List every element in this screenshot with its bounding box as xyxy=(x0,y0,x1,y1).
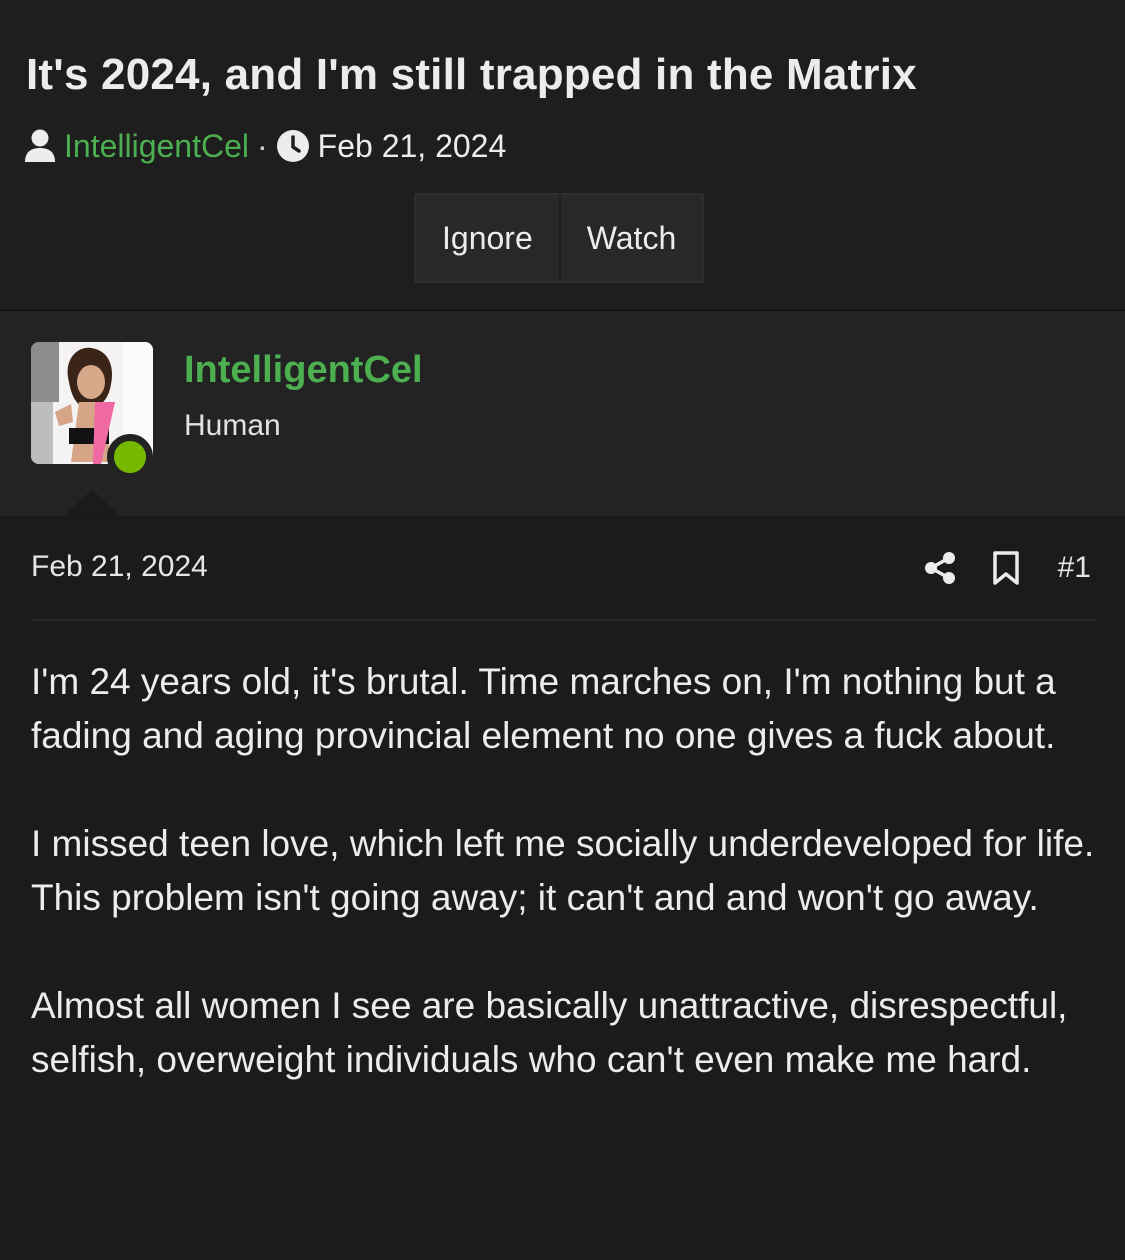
thread-title: It's 2024, and I'm still trapped in the … xyxy=(26,50,917,99)
avatar-container[interactable] xyxy=(31,342,153,480)
clock-icon xyxy=(276,130,309,162)
thread-author-link[interactable]: IntelligentCel xyxy=(64,128,249,165)
post-username[interactable]: IntelligentCel xyxy=(184,349,423,392)
message-arrow xyxy=(64,489,120,516)
divider xyxy=(31,619,1095,621)
watch-button[interactable]: Watch xyxy=(558,195,703,281)
ignore-button[interactable]: Ignore xyxy=(416,195,559,281)
post-paragraph: I'm 24 years old, it's brutal. Time marc… xyxy=(31,661,1056,756)
user-title: Human xyxy=(184,409,281,442)
post-paragraph: Almost all women I see are basically una… xyxy=(31,985,1068,1080)
thread-header: It's 2024, and I'm still trapped in the … xyxy=(0,0,1125,310)
post-date[interactable]: Feb 21, 2024 xyxy=(31,550,208,584)
post-body: I'm 24 years old, it's brutal. Time marc… xyxy=(31,655,1095,1141)
divider xyxy=(0,516,1125,518)
online-status-indicator xyxy=(107,434,153,480)
post-actions: #1 xyxy=(924,548,1091,588)
post-user-block: IntelligentCel Human xyxy=(0,311,1125,516)
thread-actions: Ignore Watch xyxy=(414,193,705,283)
user-icon xyxy=(25,129,55,162)
meta-separator: · xyxy=(257,127,268,164)
post-permalink[interactable]: #1 xyxy=(1058,551,1091,585)
thread-date[interactable]: Feb 21, 2024 xyxy=(318,128,507,165)
bookmark-icon[interactable] xyxy=(992,551,1020,585)
post-paragraph: I missed teen love, which left me social… xyxy=(31,823,1095,918)
share-icon[interactable] xyxy=(924,551,956,585)
thread-meta: IntelligentCel · Feb 21, 2024 xyxy=(24,124,506,168)
